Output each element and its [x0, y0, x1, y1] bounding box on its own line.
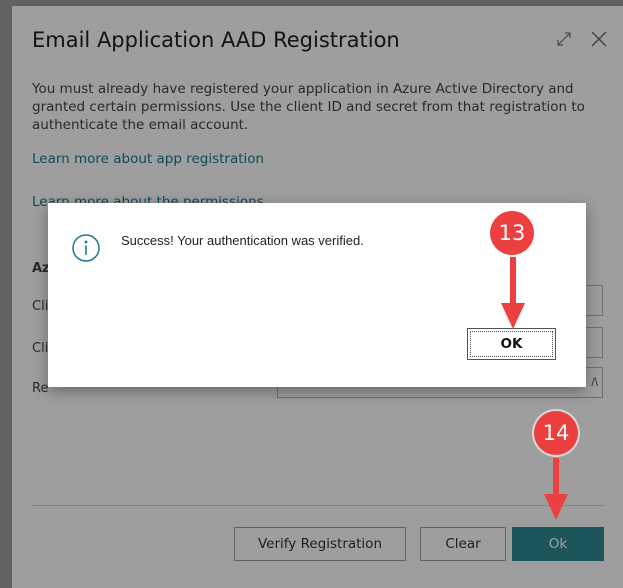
annotation-arrow-14 — [544, 458, 568, 520]
annotation-arrow-13 — [501, 257, 525, 329]
annotation-badge-13: 13 — [490, 211, 534, 255]
message-ok-button[interactable]: OK — [467, 328, 556, 360]
success-message: Success! Your authentication was verifie… — [121, 233, 364, 248]
info-icon — [71, 233, 101, 268]
annotation-badge-14: 14 — [534, 411, 578, 455]
